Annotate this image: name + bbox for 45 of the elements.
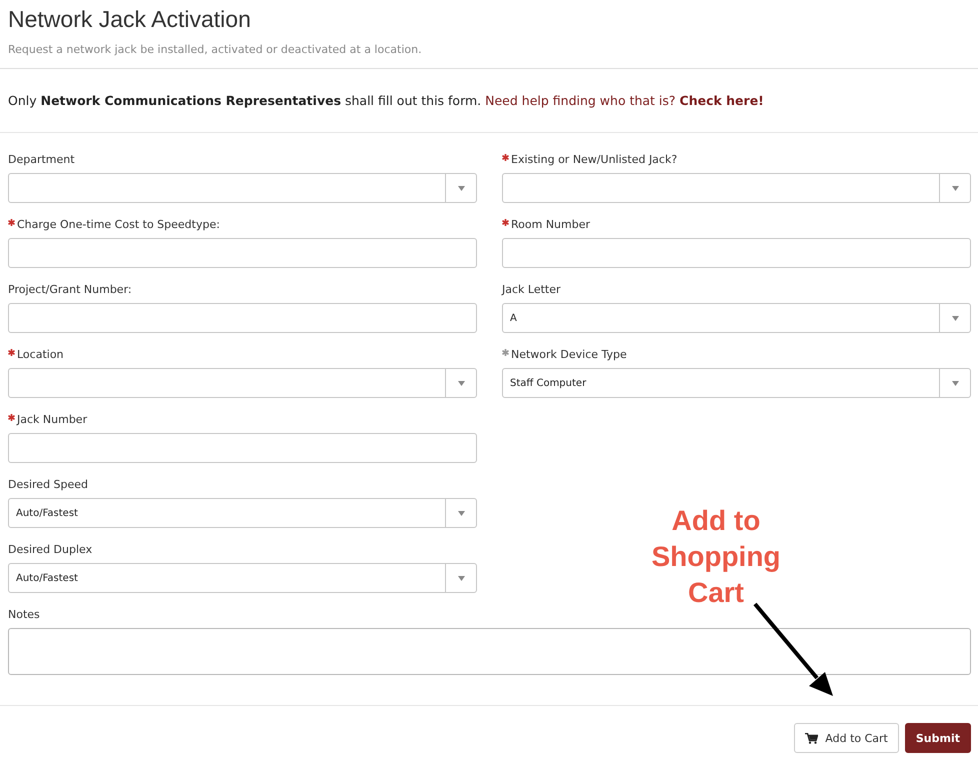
caret-icon	[458, 510, 464, 516]
select-field[interactable]	[8, 173, 477, 203]
submit-button[interactable]: Submit	[904, 723, 971, 753]
required-icon	[502, 154, 509, 161]
select-field[interactable]: Auto/Fastest	[8, 563, 477, 593]
field-label: Department	[8, 153, 75, 166]
field-label: Jack Number	[17, 413, 88, 426]
input-field[interactable]	[502, 238, 971, 268]
required-icon	[8, 349, 15, 356]
caret-icon	[952, 316, 958, 320]
field-label: Desired Speed	[8, 478, 88, 491]
field-label: Room Number	[511, 218, 590, 231]
cart-icon	[805, 732, 818, 744]
select-field[interactable]: A	[502, 303, 971, 333]
input-field[interactable]	[8, 238, 477, 268]
notice-text: Only Network Communications Representatives shall fill out this form.	[8, 93, 482, 108]
help-link[interactable]: Need help finding who that is? Check here!	[485, 93, 764, 108]
select-field[interactable]	[8, 368, 477, 398]
caret-icon	[458, 186, 464, 190]
caret-icon	[952, 380, 958, 386]
caret-icon	[458, 380, 464, 386]
required-icon	[8, 414, 15, 421]
notes-field[interactable]	[8, 628, 971, 675]
field-label: Notes	[8, 608, 40, 621]
required-icon	[502, 349, 509, 356]
select-field[interactable]: Staff Computer	[502, 368, 971, 398]
required-icon	[8, 219, 15, 226]
select-field[interactable]	[502, 173, 971, 203]
caret-icon	[458, 576, 464, 580]
add-to-cart-button[interactable]: Add to Cart	[794, 723, 899, 753]
field-label: Desired Duplex	[8, 543, 92, 556]
field-label: Existing or New/Unlisted Jack?	[511, 153, 678, 166]
field-label: Charge One-time Cost to Speedtype:	[17, 218, 220, 231]
select-field[interactable]: Auto/Fastest	[8, 498, 477, 528]
field-label: Network Device Type	[511, 348, 627, 361]
field-label: Location	[17, 348, 64, 361]
page-subtitle: Request a network jack be installed, activated or deactivated at a location.	[8, 43, 423, 56]
annotation-text: Add to Shopping Cart	[650, 504, 782, 610]
required-icon	[502, 219, 509, 226]
input-field[interactable]	[8, 303, 477, 333]
page-title: Network Jack Activation	[8, 5, 252, 34]
field-label: Project/Grant Number:	[8, 283, 132, 296]
field-label: Jack Letter	[502, 283, 561, 296]
input-field[interactable]	[8, 433, 477, 463]
caret-icon	[952, 186, 958, 190]
